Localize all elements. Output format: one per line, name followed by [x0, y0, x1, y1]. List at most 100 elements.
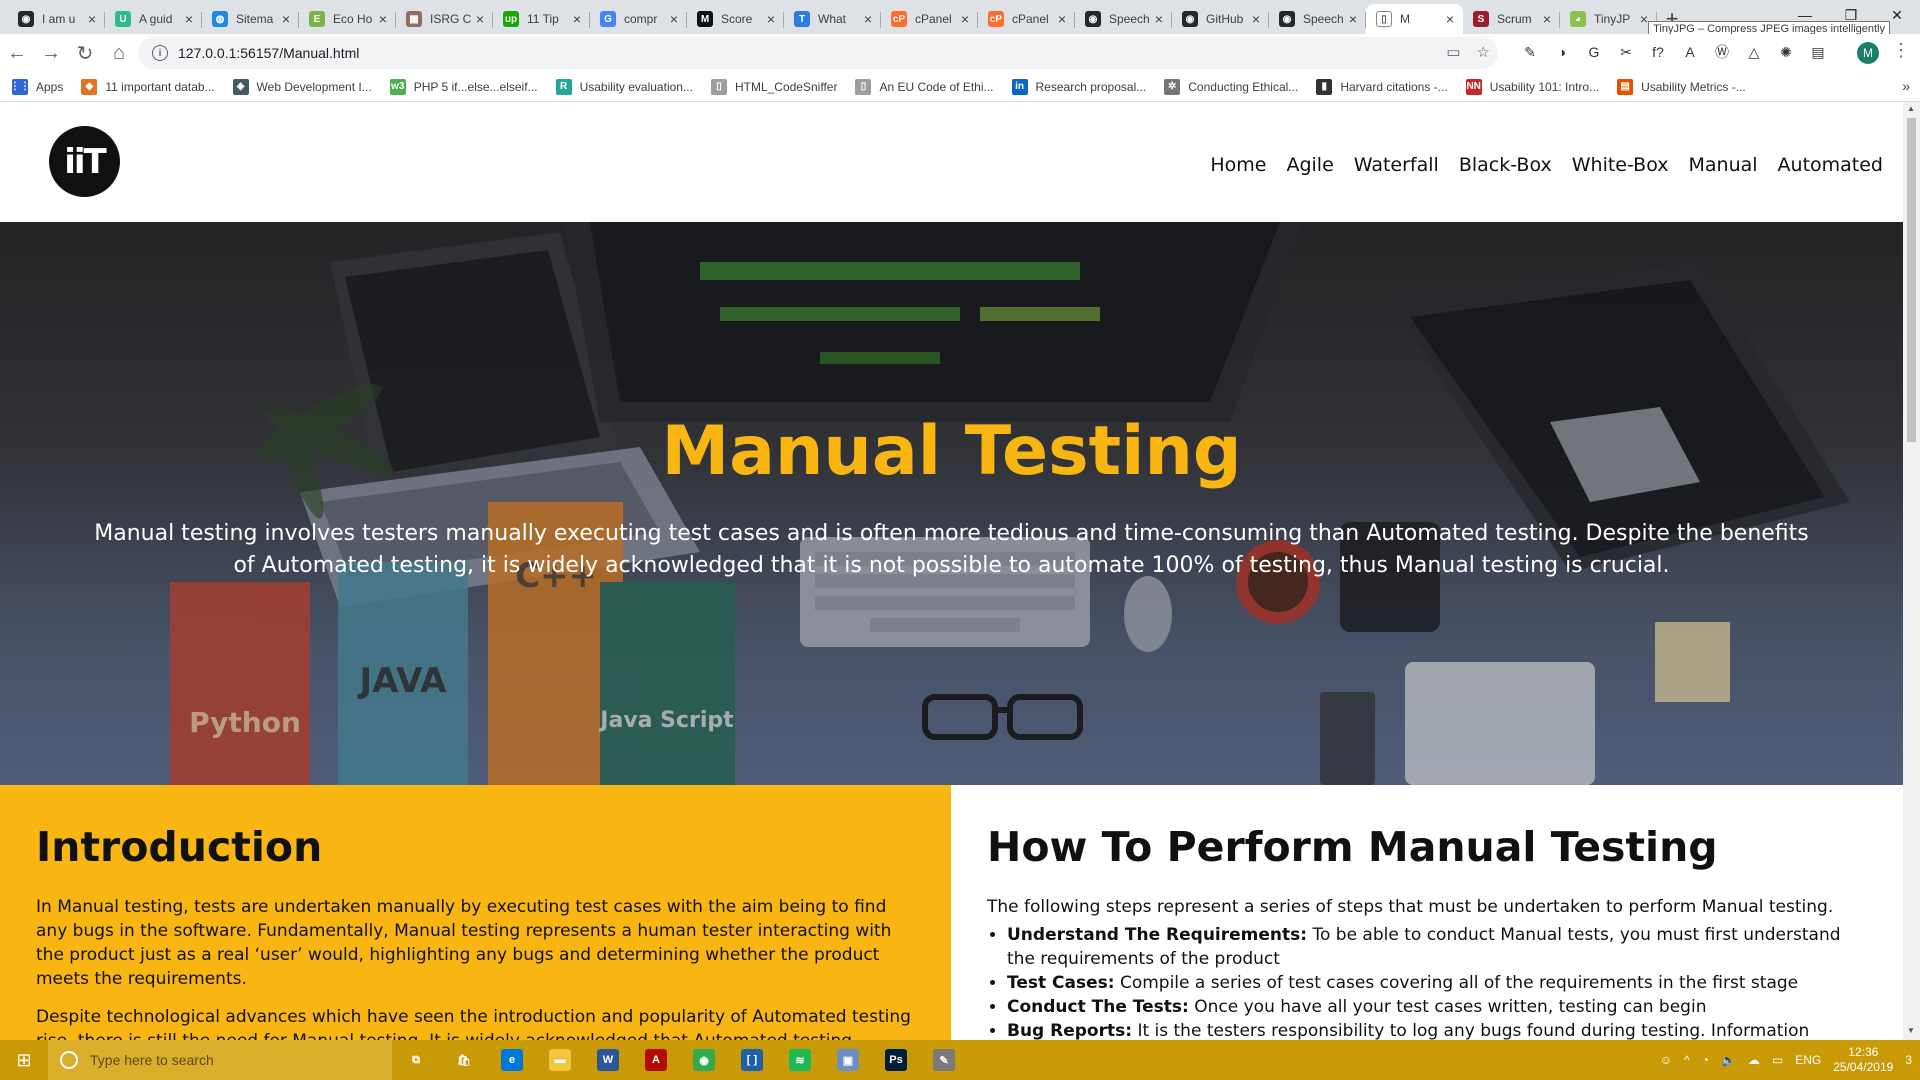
tab-title[interactable]: Score — [721, 12, 764, 26]
bookmark-item[interactable]: ◈ Web Development I... — [232, 78, 372, 95]
taskbar-app-explorer[interactable]: ▬ — [536, 1040, 584, 1080]
bookmark-item[interactable]: NN Usability 101: Intro... — [1465, 78, 1599, 95]
tab-title[interactable]: 11 Tip — [527, 12, 570, 26]
nav-link-home[interactable]: Home — [1210, 154, 1266, 176]
bookmarks-overflow-icon[interactable]: » — [1902, 78, 1910, 94]
taskbar-app-store[interactable]: 🛍 — [440, 1040, 488, 1080]
onedrive-icon[interactable]: ☁ — [1748, 1053, 1760, 1067]
nav-link-automated[interactable]: Automated — [1778, 154, 1883, 176]
extension-icon[interactable]: G — [1584, 42, 1604, 62]
bookmark-item[interactable]: w3 PHP 5 if...else...elseif... — [389, 78, 538, 95]
tab-close-icon[interactable]: × — [764, 11, 778, 27]
tab-close-icon[interactable]: × — [1055, 11, 1069, 27]
tab-close-icon[interactable]: × — [85, 11, 99, 27]
tab-title[interactable]: Scrum — [1497, 12, 1540, 26]
tray-overflow-icon[interactable]: ^ — [1684, 1053, 1690, 1067]
tab-title[interactable]: I am u — [42, 12, 85, 26]
browser-tab[interactable]: ▦ ISRG C × — [396, 4, 493, 34]
tab-title[interactable]: A guid — [139, 12, 182, 26]
extension-icon[interactable]: f? — [1648, 42, 1668, 62]
cast-icon[interactable]: ▭ — [1446, 43, 1460, 61]
browser-tab[interactable]: ◕ TinyJP × — [1560, 4, 1657, 34]
browser-tab[interactable]: ◉ Speech × — [1075, 4, 1172, 34]
bookmark-label[interactable]: Harvard citations -... — [1340, 80, 1447, 94]
taskbar-app-photoshop[interactable]: Ps — [872, 1040, 920, 1080]
browser-tab[interactable]: cP cPanel × — [978, 4, 1075, 34]
browser-tab[interactable]: Gcompr × — [590, 4, 687, 34]
browser-tab[interactable]: ▯ M × — [1366, 4, 1463, 34]
tab-close-icon[interactable]: × — [1443, 11, 1457, 27]
url-text[interactable]: 127.0.0.1:56157/Manual.html — [178, 45, 359, 61]
forward-button[interactable]: → — [34, 36, 68, 70]
browser-tab[interactable]: E Eco Ho × — [299, 4, 396, 34]
extension-icon[interactable]: △ — [1744, 42, 1764, 62]
tab-close-icon[interactable]: × — [1540, 11, 1554, 27]
bookmark-item[interactable]: ▯ An EU Code of Ethi... — [855, 78, 994, 95]
taskbar-app-task-view[interactable]: ⧉ — [392, 1040, 440, 1080]
start-button[interactable]: ⊞ — [0, 1040, 48, 1080]
page-scrollbar[interactable]: ▲ ▼ — [1903, 102, 1920, 1040]
taskbar-search[interactable]: Type here to search — [48, 1040, 392, 1080]
browser-tab[interactable]: ◉ I am u × — [8, 4, 105, 34]
taskbar-app-chrome[interactable]: ◉ — [680, 1040, 728, 1080]
address-bar[interactable]: i 127.0.0.1:56157/Manual.html ▭ ☆ — [138, 37, 1498, 69]
tab-close-icon[interactable]: × — [1346, 11, 1360, 27]
taskbar-app-word[interactable]: W — [584, 1040, 632, 1080]
bookmark-label[interactable]: Apps — [36, 80, 63, 94]
tab-title[interactable]: cPanel — [915, 12, 958, 26]
bookmark-label[interactable]: Usability Metrics -... — [1641, 80, 1746, 94]
bookmark-label[interactable]: Usability evaluation... — [580, 80, 693, 94]
tab-title[interactable]: ISRG C — [430, 12, 473, 26]
bookmark-item[interactable]: ▯ HTML_CodeSniffer — [710, 78, 838, 95]
tab-close-icon[interactable]: × — [279, 11, 293, 27]
extension-icon[interactable]: ▤ — [1808, 42, 1828, 62]
site-info-icon[interactable]: i — [152, 45, 168, 61]
browser-tab[interactable]: U A guid × — [105, 4, 202, 34]
tab-close-icon[interactable]: × — [1152, 11, 1166, 27]
bookmark-item[interactable]: R Usability evaluation... — [555, 78, 693, 95]
extension-icon[interactable]: ✂ — [1616, 42, 1636, 62]
home-button[interactable]: ⌂ — [102, 36, 136, 70]
bookmark-label[interactable]: HTML_CodeSniffer — [735, 80, 838, 94]
bookmark-label[interactable]: Conducting Ethical... — [1188, 80, 1298, 94]
nav-link-white-box[interactable]: White-Box — [1572, 154, 1669, 176]
bookmark-label[interactable]: Web Development I... — [257, 80, 372, 94]
bookmark-item[interactable]: ⋮⋮ Apps — [10, 78, 63, 95]
bookmark-label[interactable]: Usability 101: Intro... — [1490, 80, 1599, 94]
tab-close-icon[interactable]: × — [667, 11, 681, 27]
tab-title[interactable]: GitHub — [1206, 12, 1249, 26]
extension-icon[interactable]: A — [1680, 42, 1700, 62]
bookmark-label[interactable]: An EU Code of Ethi... — [879, 80, 993, 94]
extension-icon[interactable]: ✺ — [1776, 42, 1796, 62]
tab-close-icon[interactable]: × — [1249, 11, 1263, 27]
browser-tab[interactable]: cP cPanel × — [881, 4, 978, 34]
browser-tab[interactable]: T What × — [784, 4, 881, 34]
extension-icon[interactable]: Ⓦ — [1712, 42, 1732, 62]
scrollbar-thumb[interactable] — [1907, 118, 1916, 442]
tab-title[interactable]: cPanel — [1012, 12, 1055, 26]
tab-title[interactable]: What — [818, 12, 861, 26]
notifications-icon[interactable]: 3 — [1905, 1053, 1912, 1067]
network-icon[interactable]: ◔ — [1702, 1053, 1709, 1067]
extension-icon[interactable]: ◑ — [1552, 42, 1572, 62]
reload-button[interactable]: ↻ — [68, 36, 102, 70]
battery-icon[interactable]: ▭ — [1772, 1053, 1783, 1067]
taskbar-app-brackets[interactable]: [ ] — [728, 1040, 776, 1080]
taskbar-app-photos[interactable]: ▣ — [824, 1040, 872, 1080]
browser-tab[interactable]: S Scrum × — [1463, 4, 1560, 34]
bookmark-label[interactable]: PHP 5 if...else...elseif... — [414, 80, 538, 94]
tab-close-icon[interactable]: × — [376, 11, 390, 27]
tab-title[interactable]: TinyJP — [1594, 12, 1637, 26]
nav-link-manual[interactable]: Manual — [1688, 154, 1757, 176]
tab-close-icon[interactable]: × — [861, 11, 875, 27]
tab-close-icon[interactable]: × — [958, 11, 972, 27]
taskbar-app-spotify[interactable]: ≋ — [776, 1040, 824, 1080]
extension-icon[interactable]: ✎ — [1520, 42, 1540, 62]
taskbar-app-acrobat[interactable]: A — [632, 1040, 680, 1080]
volume-icon[interactable]: 🔈 — [1721, 1053, 1736, 1067]
taskbar-search-placeholder[interactable]: Type here to search — [90, 1052, 214, 1068]
profile-avatar[interactable]: M — [1857, 42, 1879, 64]
scroll-down-arrow-icon[interactable]: ▼ — [1907, 1026, 1915, 1035]
language-indicator[interactable]: ENG — [1795, 1053, 1821, 1067]
bookmark-star-icon[interactable]: ☆ — [1477, 43, 1490, 61]
